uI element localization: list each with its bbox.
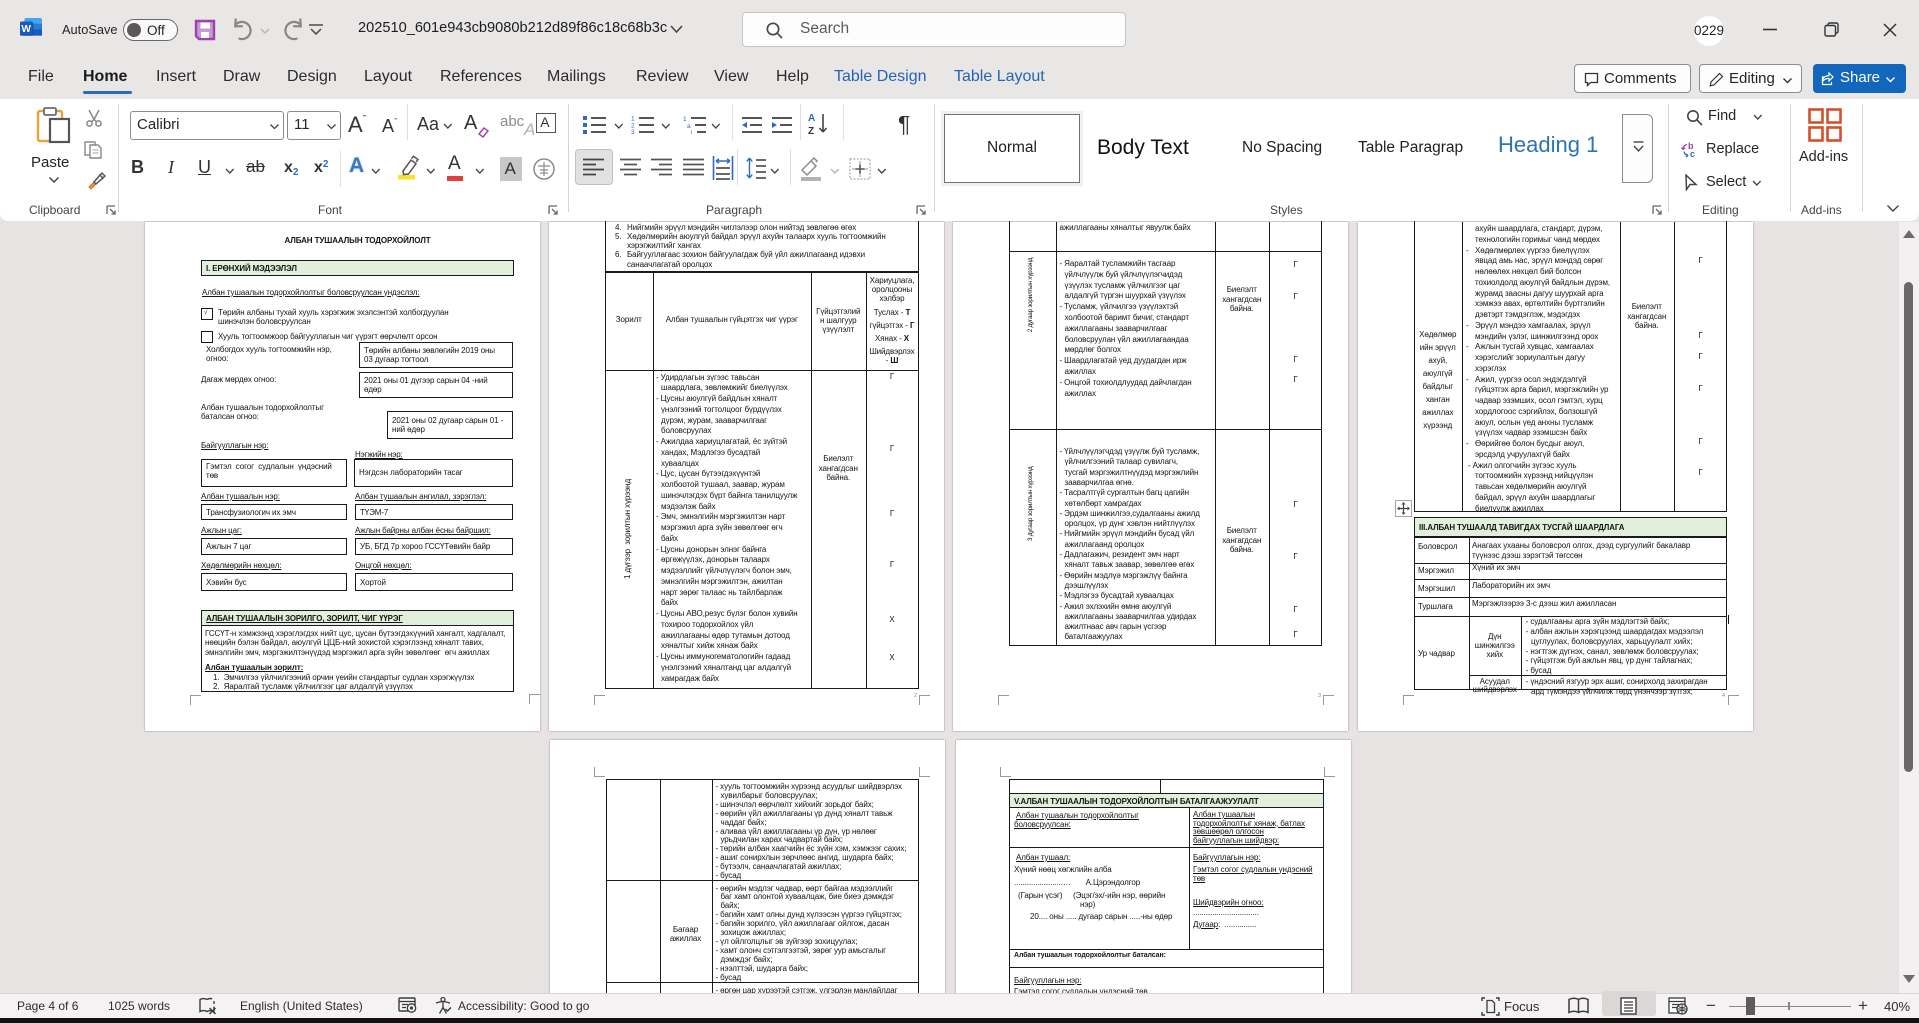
svg-text:W: W [21,24,31,35]
svg-text:3: 3 [631,129,635,134]
svg-text:1: 1 [631,116,635,123]
svg-text:Z: Z [808,126,814,136]
svg-text:c: c [1690,149,1695,159]
svg-text:1: 1 [683,116,687,123]
svg-text:i: i [691,130,692,135]
svg-text:A: A [808,113,815,124]
